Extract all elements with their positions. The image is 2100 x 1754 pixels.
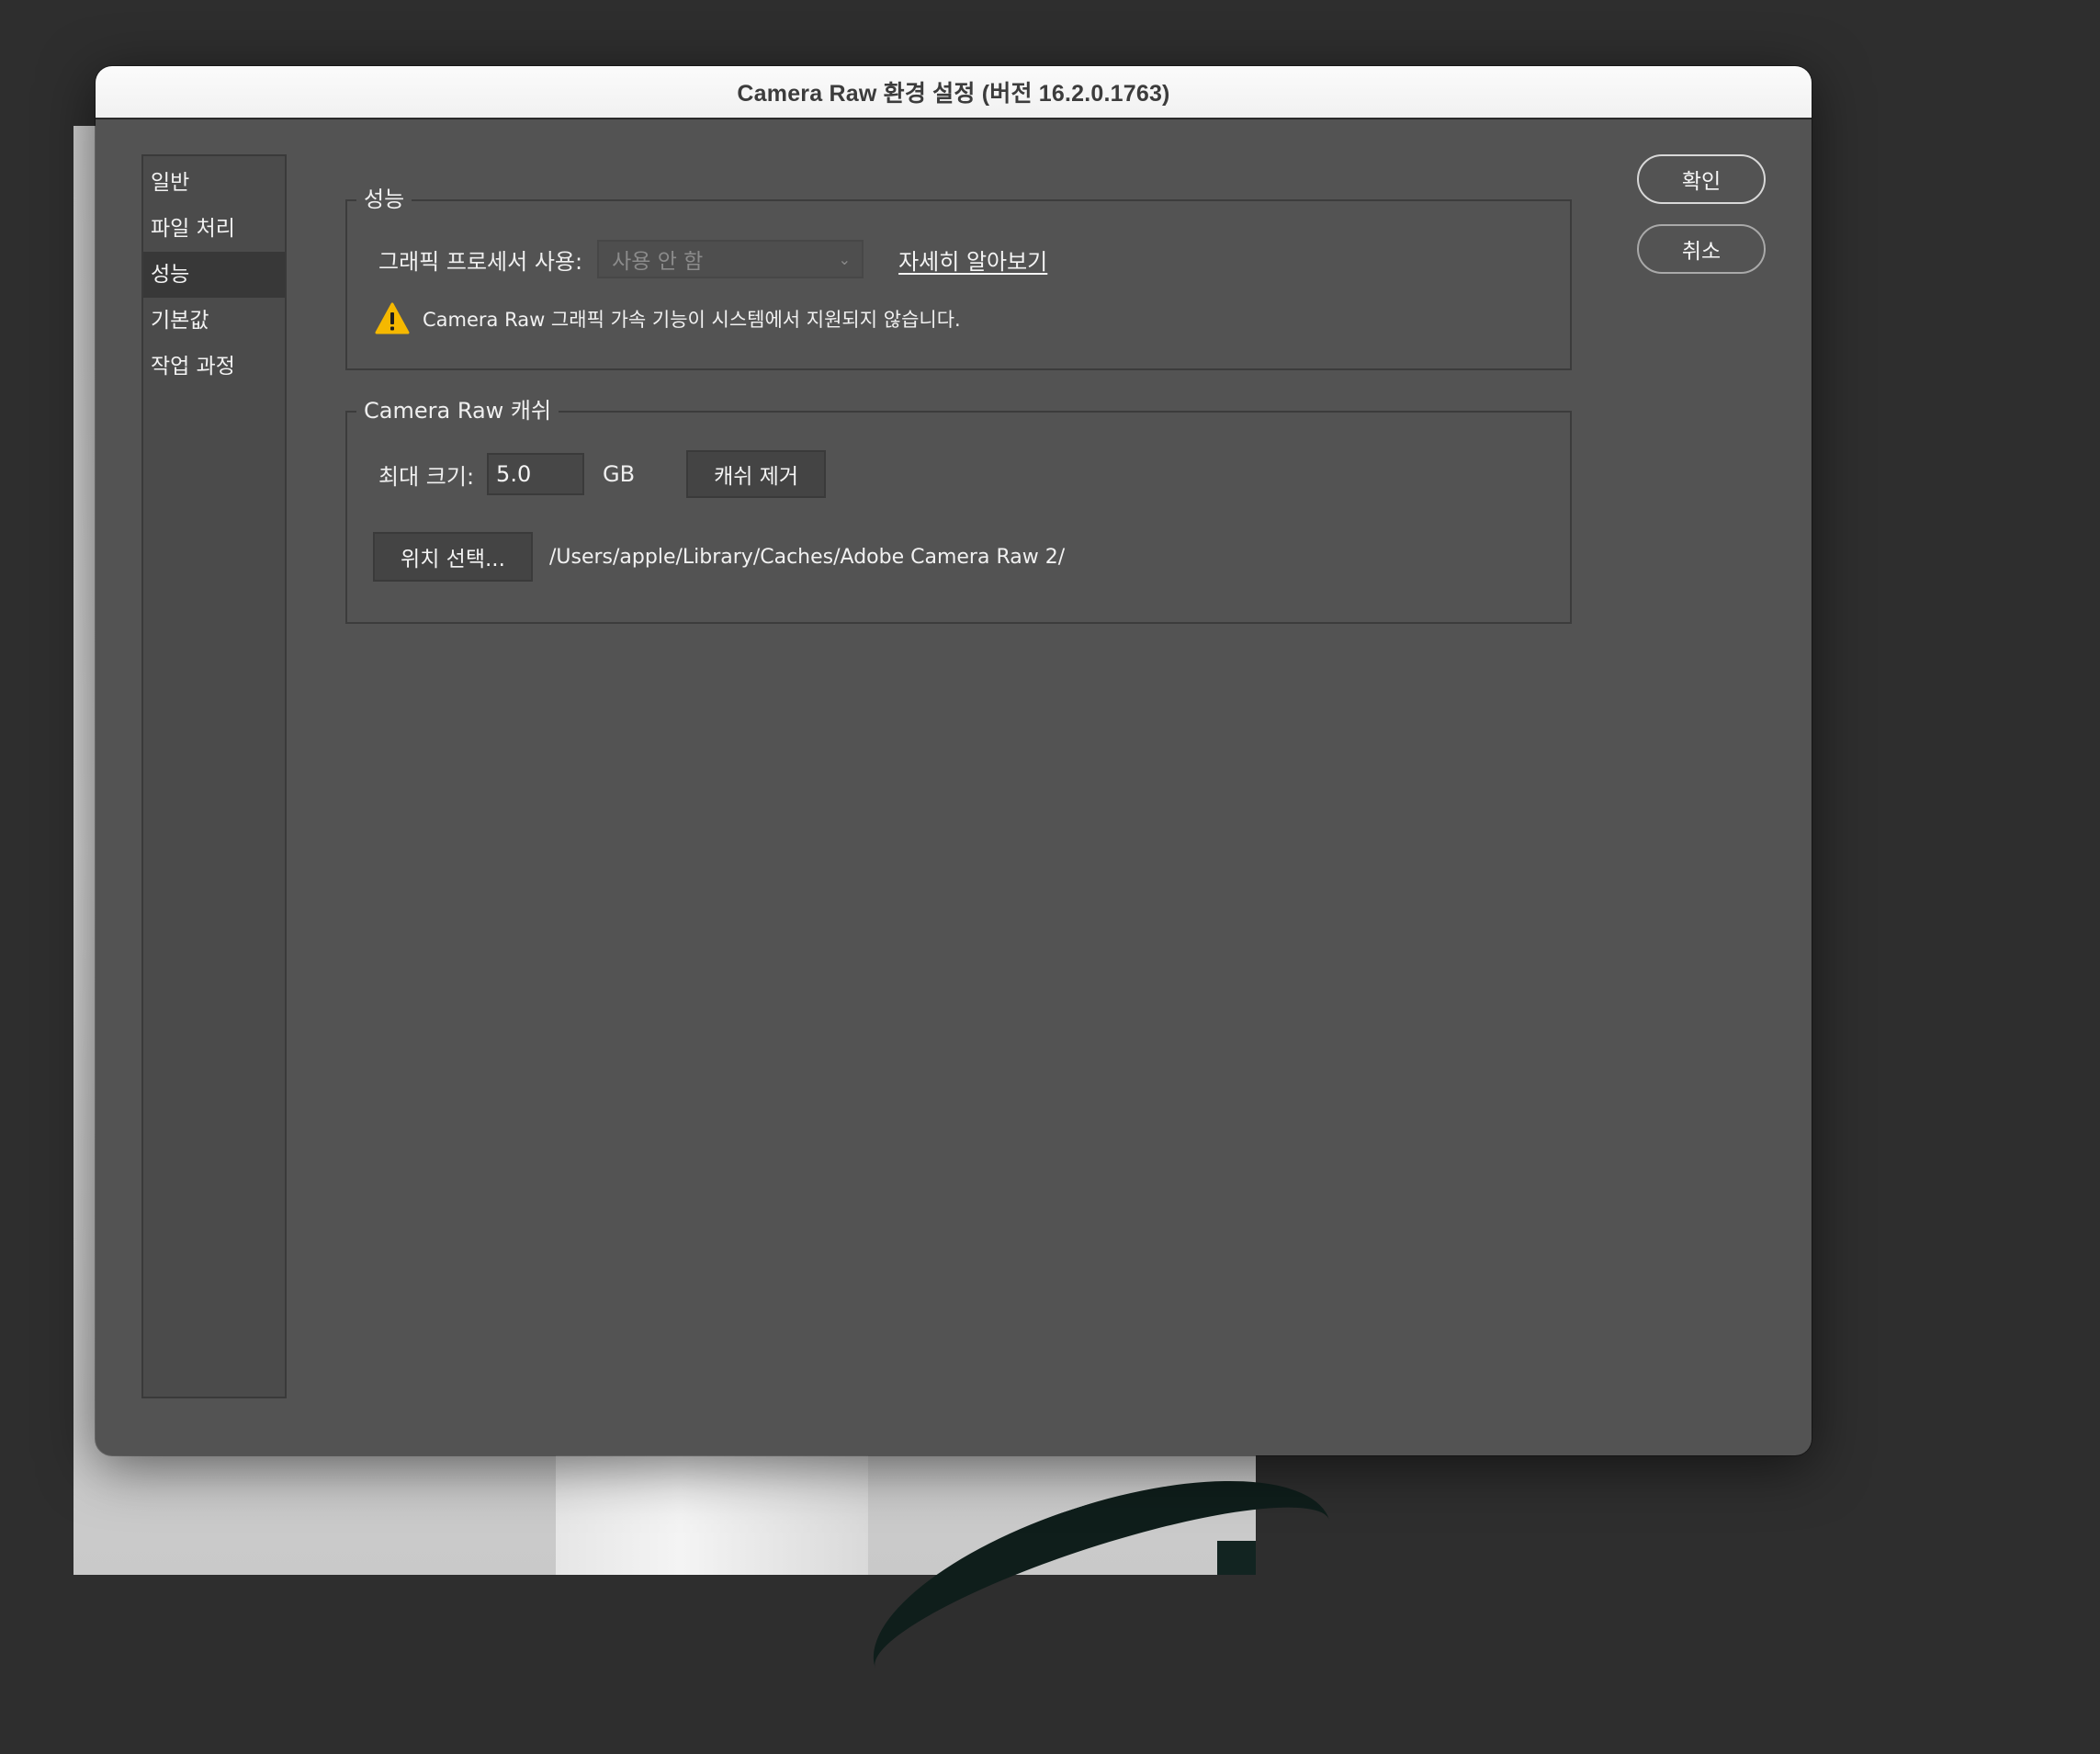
cancel-button[interactable]: 취소 <box>1637 224 1766 274</box>
gpu-warning: Camera Raw 그래픽 가속 기능이 시스템에서 지원되지 않습니다. <box>375 300 961 337</box>
gpu-row: 그래픽 프로세서 사용: 사용 안 함 ⌄ 자세히 알아보기 <box>378 238 1047 280</box>
cache-path: /Users/apple/Library/Caches/Adobe Camera… <box>549 545 1066 569</box>
size-unit-label: GB <box>603 461 636 487</box>
sidebar-item-defaults[interactable]: 기본값 <box>143 298 285 344</box>
performance-group-title: 성능 <box>356 181 412 218</box>
select-location-button[interactable]: 위치 선택... <box>373 532 533 582</box>
sidebar-item-performance[interactable]: 성능 <box>143 252 285 298</box>
sidebar-item-general[interactable]: 일반 <box>143 160 285 206</box>
max-size-label: 최대 크기: <box>378 463 475 490</box>
preferences-dialog: Camera Raw 환경 설정 (버전 16.2.0.1763) 일반 파일 … <box>96 66 1812 1455</box>
warning-triangle-icon <box>375 302 410 334</box>
photo-chair <box>847 1434 1358 1754</box>
sidebar-item-file-handling[interactable]: 파일 처리 <box>143 206 285 252</box>
cache-group: Camera Raw 캐쉬 최대 크기: GB 캐쉬 제거 위치 선택... /… <box>345 392 1572 624</box>
max-size-input[interactable] <box>487 453 585 495</box>
ok-button[interactable]: 확인 <box>1637 154 1766 204</box>
performance-group: 성능 그래픽 프로세서 사용: 사용 안 함 ⌄ 자세히 알아보기 Camera… <box>345 181 1572 370</box>
photo-curtain <box>556 1440 868 1575</box>
purge-cache-button[interactable]: 캐쉬 제거 <box>686 450 827 498</box>
photo-chair-leg <box>1217 1541 1256 1575</box>
learn-more-link[interactable]: 자세히 알아보기 <box>898 243 1047 276</box>
dialog-titlebar[interactable]: Camera Raw 환경 설정 (버전 16.2.0.1763) <box>96 66 1812 119</box>
gpu-dropdown[interactable]: 사용 안 함 ⌄ <box>597 240 864 278</box>
chevron-down-icon: ⌄ <box>838 250 852 268</box>
gpu-dropdown-value: 사용 안 함 <box>612 250 704 274</box>
gpu-label: 그래픽 프로세서 사용: <box>378 248 583 275</box>
dialog-title: Camera Raw 환경 설정 (버전 16.2.0.1763) <box>737 81 1170 107</box>
preferences-sidebar: 일반 파일 처리 성능 기본값 작업 과정 <box>141 154 287 1398</box>
cache-location-row: 위치 선택... /Users/apple/Library/Caches/Ado… <box>373 532 1065 582</box>
cache-group-title: Camera Raw 캐쉬 <box>356 392 559 429</box>
sidebar-item-workflows[interactable]: 작업 과정 <box>143 344 285 390</box>
warning-text: Camera Raw 그래픽 가속 기능이 시스템에서 지원되지 않습니다. <box>423 309 961 331</box>
cache-size-row: 최대 크기: GB 캐쉬 제거 <box>378 450 827 498</box>
